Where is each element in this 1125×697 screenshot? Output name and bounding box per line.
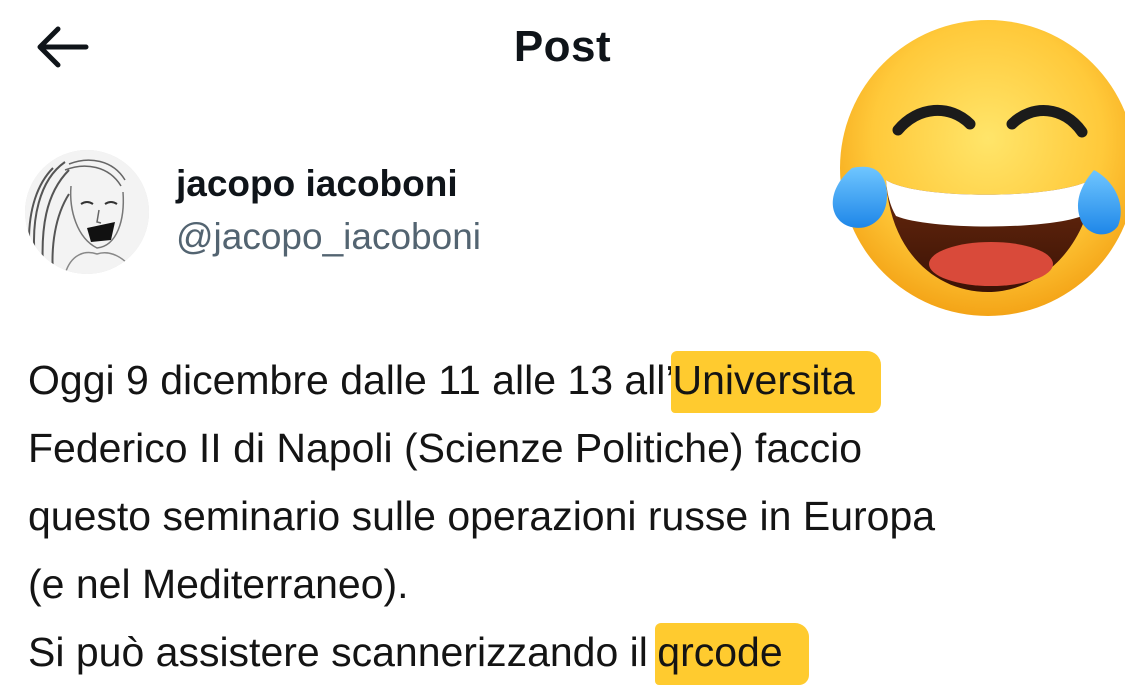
author-handle[interactable]: @jacopo_iacoboni xyxy=(176,215,481,259)
avatar[interactable] xyxy=(25,150,149,274)
tweet-text-segment: Oggi 9 dicembre dalle 11 alle 13 all’ xyxy=(28,357,675,403)
highlighted-word: qrcode xyxy=(655,623,809,685)
tweet-line: questo seminario sulle operazioni russe … xyxy=(28,493,936,539)
tweet-line: Oggi 9 dicembre dalle 11 alle 13 all’Uni… xyxy=(28,346,1118,414)
tweet-line: (e nel Mediterraneo). xyxy=(28,561,409,607)
author-display-name[interactable]: jacopo iacoboni xyxy=(176,162,458,206)
tweet-line: Si può assistere scannerizzando il qrcod… xyxy=(28,618,1118,686)
face-with-tears-of-joy-icon xyxy=(826,20,1125,320)
tweet-line: Federico II di Napoli (Scienze Politiche… xyxy=(28,425,863,471)
tweet-text-segment: Si può assistere scannerizzando il xyxy=(28,629,660,675)
tweet-text: Oggi 9 dicembre dalle 11 alle 13 all’Uni… xyxy=(28,346,1118,686)
highlighted-word: Universita xyxy=(670,351,881,413)
avatar-illustration xyxy=(25,150,149,274)
